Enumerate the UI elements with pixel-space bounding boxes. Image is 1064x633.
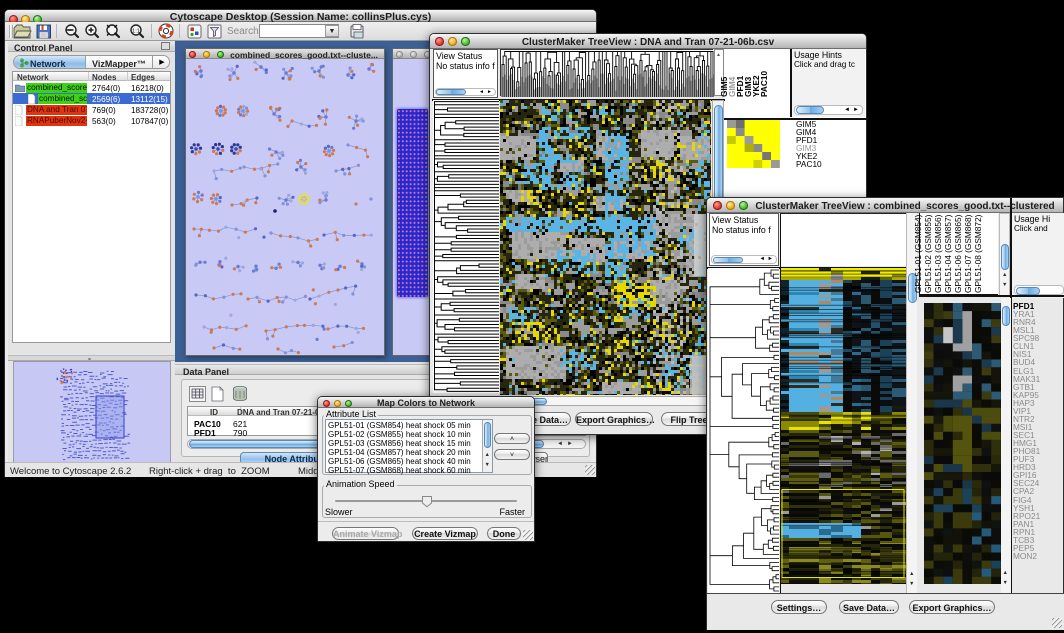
svg-text:1:1: 1:1 — [132, 28, 140, 34]
